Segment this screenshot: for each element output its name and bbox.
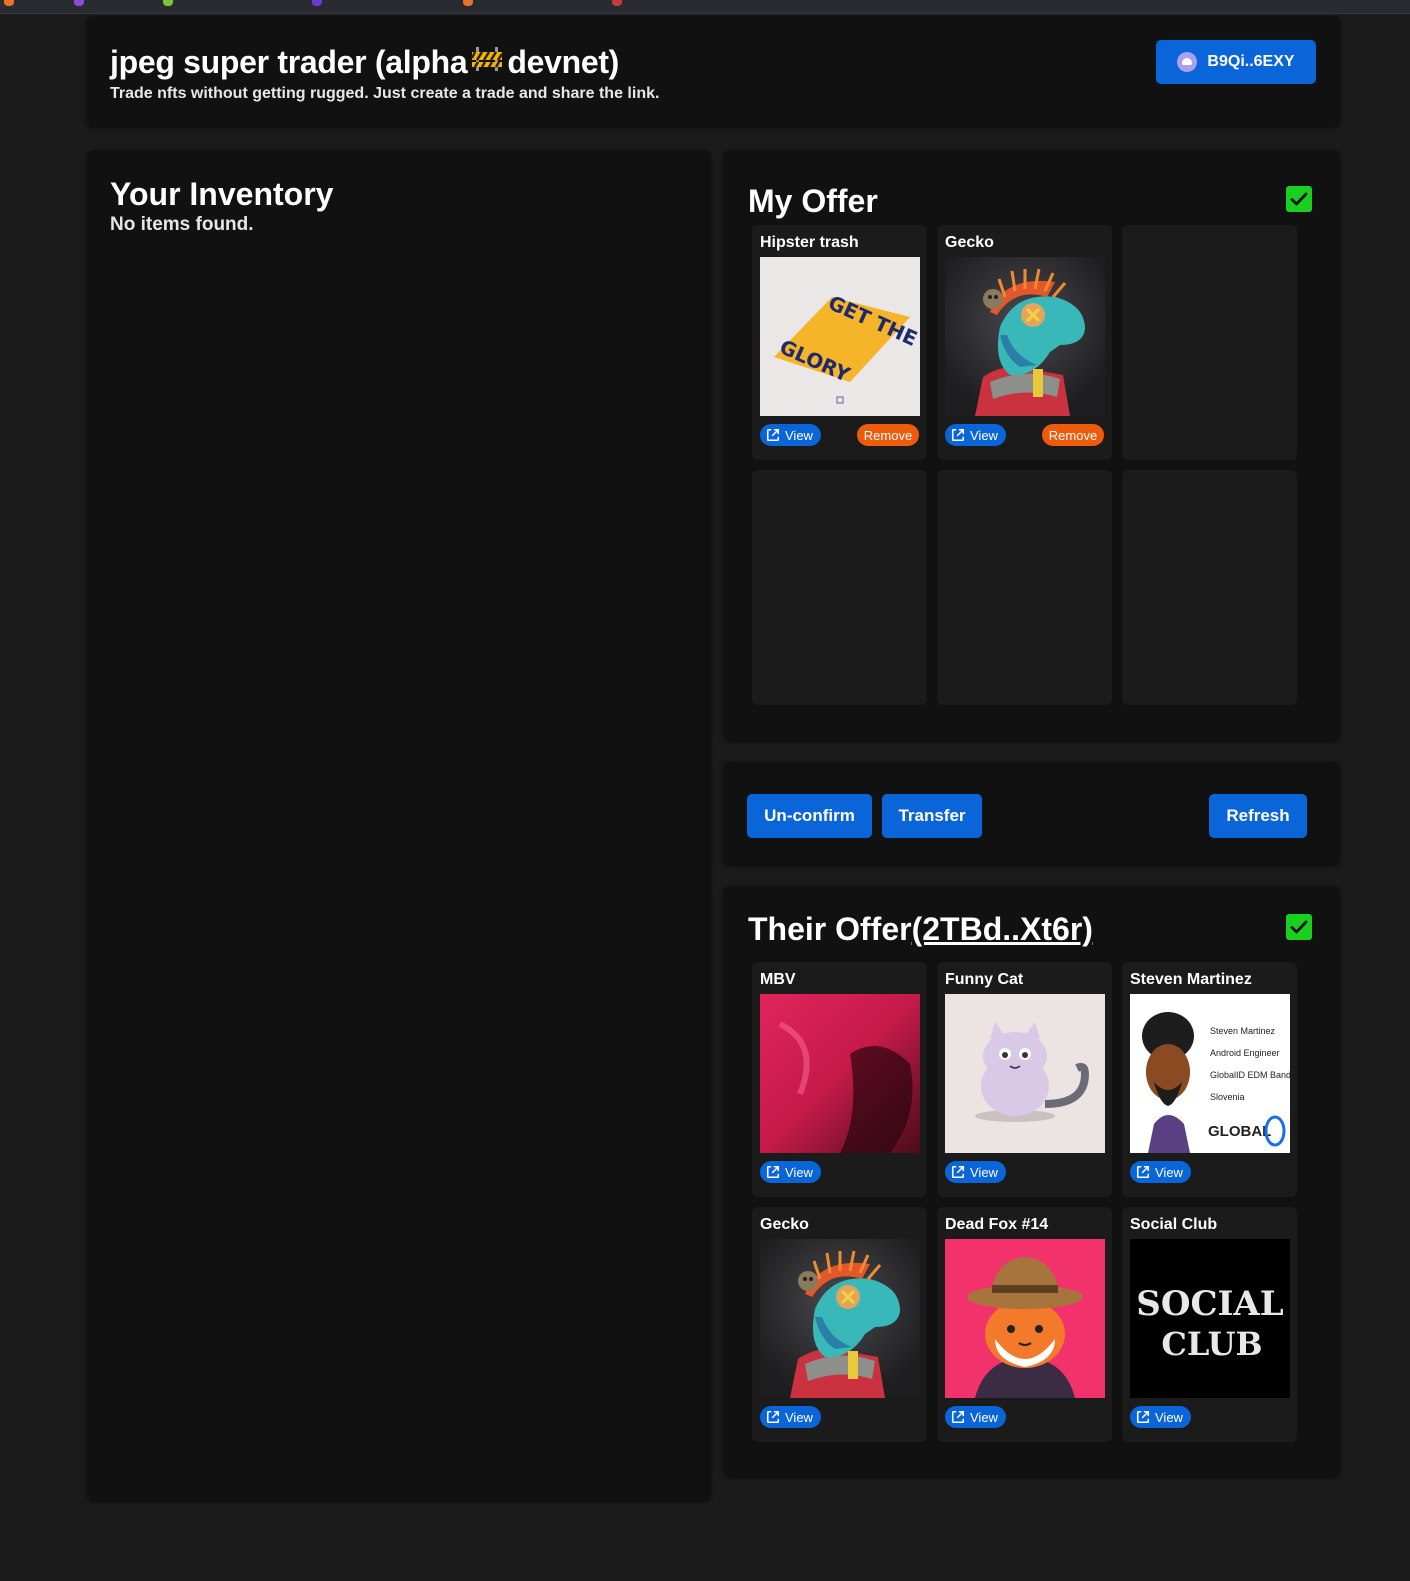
view-button-label: View [970,1164,998,1180]
inventory-title: Your Inventory [110,176,334,212]
steven-line-2: Android Engineer [1210,1048,1280,1058]
offer-card: Gecko View Remove [937,225,1112,460]
card-title: Hipster trash [760,234,859,251]
external-link-icon [766,1165,780,1179]
wallet-button[interactable]: B9Qi..6EXY [1156,40,1316,84]
transfer-button[interactable]: Transfer [882,794,982,838]
view-button-label: View [970,427,998,443]
tab-favicon-icon [463,0,473,6]
empty-offer-slot [752,470,927,705]
empty-offer-slot [1122,225,1297,460]
empty-offer-slot [937,470,1112,705]
external-link-icon [1136,1410,1150,1424]
view-button-label: View [1155,1164,1183,1180]
remove-button[interactable]: Remove [857,424,919,446]
refresh-button[interactable]: Refresh [1209,794,1307,838]
tab-favicon-icon [163,0,173,6]
nft-image-gecko [945,257,1105,416]
wallet-address-label: B9Qi..6EXY [1207,53,1295,70]
nft-image-mbv [760,994,920,1153]
checkmark-icon [1289,917,1309,937]
card-title: Gecko [760,1216,809,1233]
remove-button[interactable]: Remove [1042,424,1104,446]
offer-card: Steven Martinez Steven Martinez Android … [1122,962,1297,1197]
unconfirm-button[interactable]: Un-confirm [747,794,872,838]
offer-card: Gecko View [752,1207,927,1442]
steven-line-1: Steven Martinez [1210,1026,1276,1036]
my-offer-panel: My Offer Hipster trash GET THE GLORY Vie… [723,150,1340,740]
my-offer-confirmed-checkbox[interactable] [1286,186,1312,212]
external-link-icon [766,1410,780,1424]
offer-card: Dead Fox #14 View [937,1207,1112,1442]
social-text: SOCIAL [1136,1284,1284,1324]
checkmark-icon [1289,189,1309,209]
nft-image-hipster-trash: GET THE GLORY [760,257,920,416]
card-title: Gecko [945,234,994,251]
app-subtitle: Trade nfts without getting rugged. Just … [110,85,660,102]
view-button[interactable]: View [1130,1406,1191,1428]
tab-favicon-icon [4,0,14,6]
view-button[interactable]: View [760,424,821,446]
view-button[interactable]: View [945,1406,1006,1428]
view-button[interactable]: View [945,424,1006,446]
global-id-text: GLOBAL [1208,1123,1271,1140]
nft-image-social-club: SOCIAL CLUB [1130,1239,1290,1398]
card-title: Dead Fox #14 [945,1216,1049,1233]
offer-card: Social Club SOCIAL CLUB View [1122,1207,1297,1442]
external-link-icon [951,428,965,442]
view-button-label: View [785,1409,813,1425]
view-button[interactable]: View [760,1161,821,1183]
view-button[interactable]: View [1130,1161,1191,1183]
counterparty-address-link[interactable]: (2TBd..Xt6r) [912,911,1093,947]
view-button-label: View [970,1409,998,1425]
view-button-label: View [1155,1409,1183,1425]
app-title-prefix: jpeg super trader (alpha [110,44,468,80]
club-text: CLUB [1161,1325,1262,1363]
tab-favicon-icon [312,0,322,6]
card-title: Funny Cat [945,971,1024,988]
view-button[interactable]: View [760,1406,821,1428]
external-link-icon [1136,1165,1150,1179]
nft-image-gecko [760,1239,920,1398]
offer-card: MBV View [752,962,927,1197]
offer-card: Funny Cat View [937,962,1112,1197]
steven-line-3: GlobalID EDM Band [1210,1070,1290,1080]
steven-line-4: Slovenia [1210,1092,1245,1102]
my-offer-title: My Offer [748,183,878,219]
browser-tab-strip [0,0,1410,14]
their-offer-confirmed-checkbox [1286,914,1312,940]
app-header: jpeg super trader (alpha devnet) Trade n… [87,16,1340,126]
card-title: Steven Martinez [1130,971,1252,988]
offer-card: Hipster trash GET THE GLORY View Remove [752,225,927,460]
view-button-label: View [785,427,813,443]
nft-image-steven-martinez: Steven Martinez Android Engineer GlobalI… [1130,994,1290,1153]
trade-actions-panel: Un-confirm Transfer Refresh [723,762,1340,864]
their-offer-panel: Their Offer(2TBd..Xt6r) MBV View Funny C… [723,886,1340,1476]
external-link-icon [951,1410,965,1424]
phantom-wallet-icon [1177,52,1198,72]
card-title: MBV [760,971,796,988]
app-title-suffix: devnet) [507,44,620,80]
nft-image-dead-fox [945,1239,1105,1398]
nft-image-funny-cat [945,994,1105,1153]
view-button[interactable]: View [945,1161,1006,1183]
app-title: jpeg super trader (alpha devnet) [110,44,619,81]
inventory-panel: Your Inventory No items found. [87,150,711,1500]
view-button-label: View [785,1164,813,1180]
tab-favicon-icon [74,0,84,6]
tab-favicon-icon [612,0,622,6]
external-link-icon [766,428,780,442]
inventory-empty-text: No items found. [110,214,254,235]
empty-offer-slot [1122,470,1297,705]
their-offer-title: Their Offer(2TBd..Xt6r) [748,911,1093,948]
construction-barrier-icon [471,44,504,81]
external-link-icon [951,1165,965,1179]
their-offer-title-text: Their Offer [748,911,912,947]
card-title: Social Club [1130,1216,1218,1233]
